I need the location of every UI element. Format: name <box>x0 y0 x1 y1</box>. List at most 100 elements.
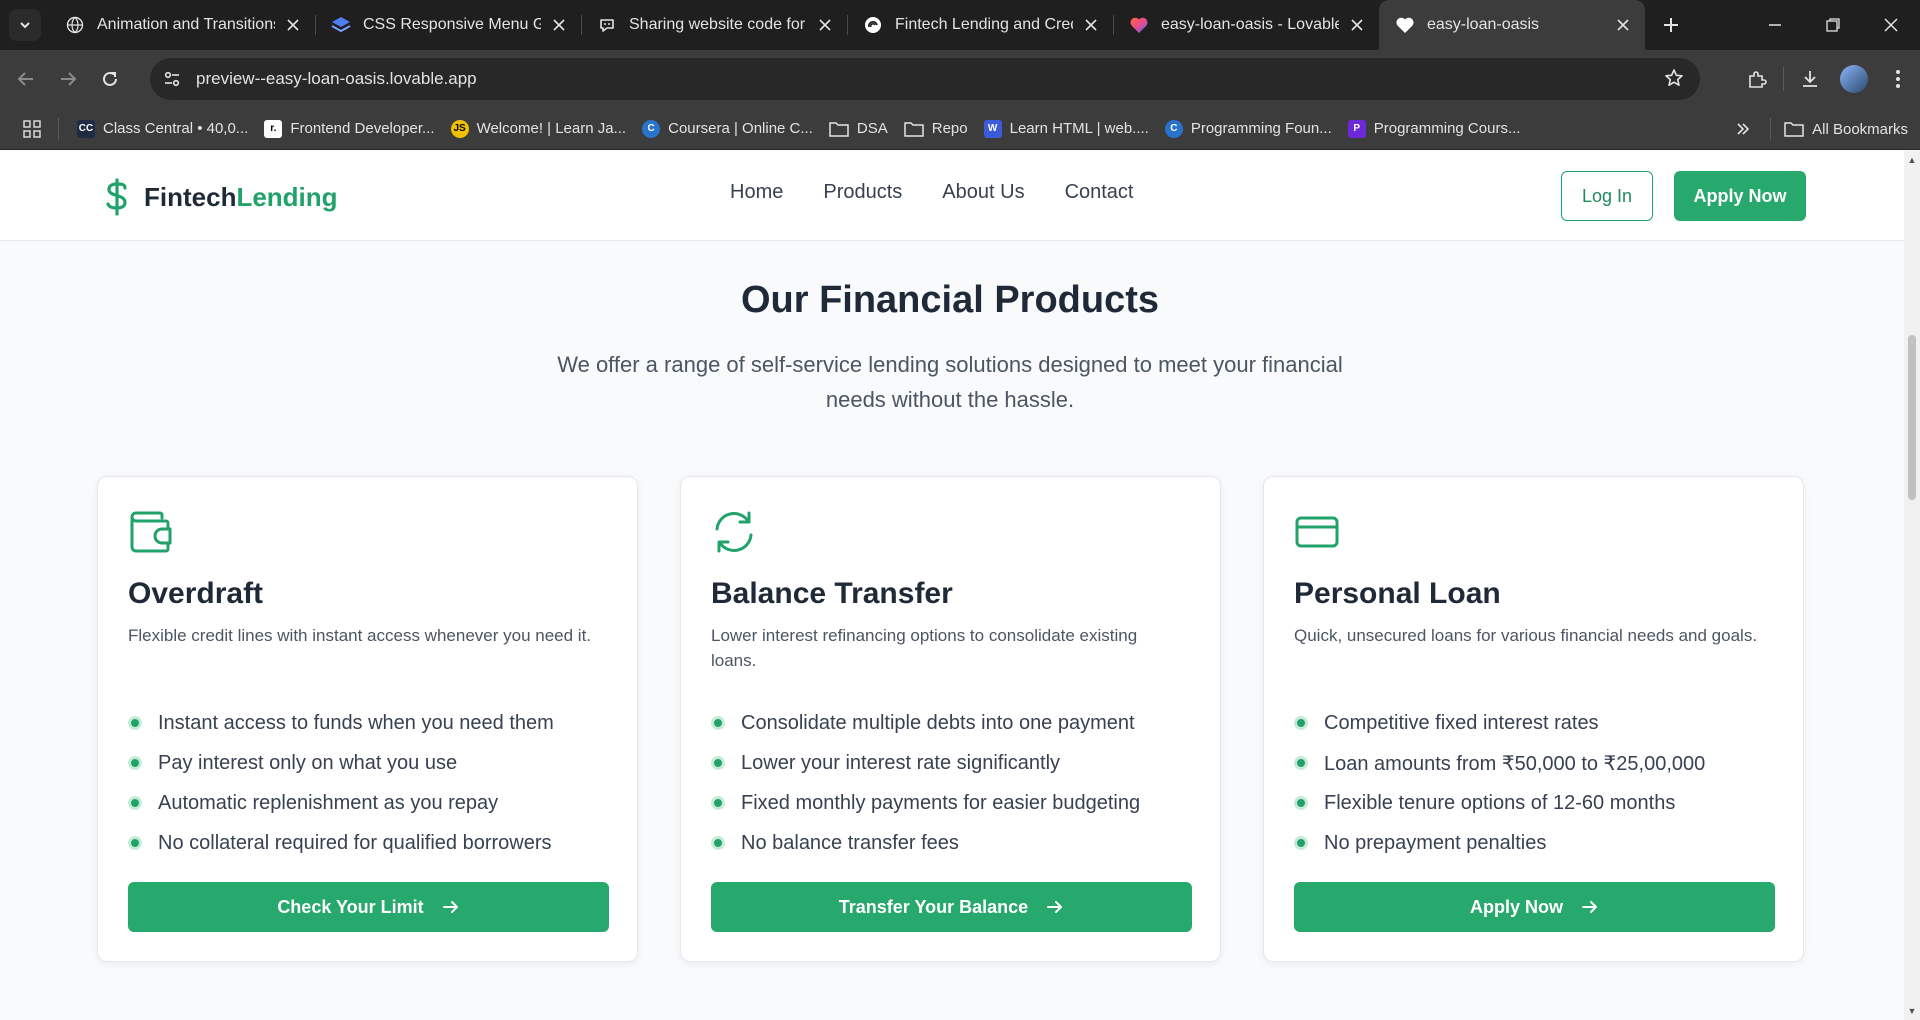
more-vertical-icon <box>1896 70 1900 88</box>
restore-button[interactable] <box>1804 0 1862 50</box>
bookmark-item[interactable]: r. Frontend Developer... <box>256 113 442 145</box>
browser-tab[interactable]: easy-loan-oasis - Lovable <box>1113 0 1379 50</box>
new-tab-button[interactable] <box>1653 7 1689 43</box>
browser-tab[interactable]: Fintech Lending and Credit <box>847 0 1113 50</box>
site-info-button[interactable] <box>156 63 188 95</box>
feature-text: No collateral required for qualified bor… <box>158 831 552 854</box>
chat-icon <box>597 15 617 35</box>
minimize-icon <box>1769 24 1781 26</box>
arrow-right-icon <box>61 72 77 86</box>
apply-now-card-button[interactable]: Apply Now <box>1294 882 1775 932</box>
bookmark-label: Welcome! | Learn Ja... <box>476 120 627 137</box>
tab-title: Fintech Lending and Credit <box>895 16 1073 33</box>
feature-item: Flexible tenure options of 12-60 months <box>1294 783 1705 823</box>
reload-button[interactable] <box>90 59 130 99</box>
feature-list: Competitive fixed interest rates Loan am… <box>1294 703 1705 863</box>
bookmark-item[interactable]: P Programming Cours... <box>1340 113 1529 145</box>
tab-search-button[interactable] <box>9 9 41 41</box>
all-bookmarks-button[interactable]: All Bookmarks <box>1770 113 1908 145</box>
forward-button[interactable] <box>48 59 88 99</box>
main-nav: Home Products About Us Contact <box>730 181 1134 204</box>
brand-main: Fintech <box>144 181 237 212</box>
nav-link-products[interactable]: Products <box>823 181 902 204</box>
product-card-balance-transfer: Balance Transfer Lower interest refinanc… <box>680 476 1221 962</box>
bookmark-item[interactable]: JS Welcome! | Learn Ja... <box>443 113 635 145</box>
bookmark-label: Programming Foun... <box>1190 120 1332 137</box>
apply-now-header-button[interactable]: Apply Now <box>1674 171 1806 221</box>
bookmark-label: DSA <box>856 120 888 137</box>
bookmark-favicon-icon: C <box>642 119 661 138</box>
bookmark-item[interactable]: W Learn HTML | web.... <box>976 113 1157 145</box>
browser-tab[interactable]: Sharing website code for a <box>581 0 847 50</box>
feature-item: Consolidate multiple debts into one paym… <box>711 703 1140 743</box>
tab-close-icon[interactable] <box>549 15 569 35</box>
nav-link-about-us[interactable]: About Us <box>942 181 1024 204</box>
nav-link-contact[interactable]: Contact <box>1065 181 1134 204</box>
transfer-your-balance-button[interactable]: Transfer Your Balance <box>711 882 1192 932</box>
tab-title: Sharing website code for a <box>629 16 807 33</box>
more-bookmarks-button[interactable] <box>1728 114 1758 144</box>
product-description: Quick, unsecured loans for various finan… <box>1294 626 1758 645</box>
feature-text: No prepayment penalties <box>1324 831 1547 854</box>
tab-close-icon[interactable] <box>283 15 303 35</box>
bookmark-item[interactable]: C Coursera | Online C... <box>634 113 821 145</box>
toolbar-actions <box>1735 50 1920 108</box>
extensions-button[interactable] <box>1735 57 1779 101</box>
tune-icon <box>164 71 180 87</box>
bookmark-label: Programming Cours... <box>1373 120 1521 137</box>
downloads-button[interactable] <box>1788 57 1832 101</box>
nav-link-home[interactable]: Home <box>730 181 783 204</box>
tab-close-icon[interactable] <box>1613 15 1633 35</box>
browser-tab[interactable]: CSS Responsive Menu Gen <box>315 0 581 50</box>
browser-tab[interactable]: easy-loan-oasis <box>1379 0 1645 50</box>
cta-label: Transfer Your Balance <box>838 896 1029 917</box>
restore-icon <box>1826 18 1840 32</box>
refresh-icon <box>711 509 757 555</box>
address-bar[interactable]: preview--easy-loan-oasis.lovable.app <box>150 58 1700 100</box>
back-button[interactable] <box>6 59 46 99</box>
dollar-icon <box>106 178 127 216</box>
tab-close-icon[interactable] <box>1081 15 1101 35</box>
scroll-down-arrow-icon[interactable]: ▼ <box>1907 1006 1917 1016</box>
bookmark-item[interactable]: C Programming Foun... <box>1157 113 1340 145</box>
profile-avatar[interactable] <box>1840 65 1868 93</box>
brand-name: FintechLending <box>144 182 338 213</box>
feature-text: Lower your interest rate significantly <box>741 751 1061 774</box>
folder-icon <box>904 120 924 138</box>
tab-close-icon[interactable] <box>815 15 835 35</box>
bookmark-item[interactable]: CC Class Central • 40,0... <box>69 113 256 145</box>
minimize-button[interactable] <box>1746 0 1804 50</box>
feature-item: Loan amounts from ₹50,000 to ₹25,00,000 <box>1294 743 1705 783</box>
feature-item: No balance transfer fees <box>711 823 1140 863</box>
check-your-limit-button[interactable]: Check Your Limit <box>128 882 609 932</box>
product-description: Flexible credit lines with instant acces… <box>128 626 592 645</box>
url-text[interactable]: preview--easy-loan-oasis.lovable.app <box>196 69 477 89</box>
tab-close-icon[interactable] <box>1347 15 1367 35</box>
browser-tab-bar: Animation and Transitions CSS Responsive … <box>0 0 1920 50</box>
close-icon <box>1884 18 1898 32</box>
arrow-right-icon <box>1581 898 1599 916</box>
bookmark-favicon-icon: JS <box>450 119 469 138</box>
page-scrollbar[interactable]: ▲ ▼ <box>1904 151 1920 1020</box>
browser-tab[interactable]: Animation and Transitions <box>49 0 315 50</box>
feature-item: No prepayment penalties <box>1294 823 1705 863</box>
close-window-button[interactable] <box>1862 0 1920 50</box>
folder-icon <box>1784 122 1804 137</box>
bookmark-star-icon[interactable] <box>1664 68 1684 93</box>
chevron-double-right-icon <box>1737 123 1750 135</box>
feature-text: Pay interest only on what you use <box>158 751 458 774</box>
chevron-down-icon <box>20 22 30 29</box>
bullet-dot-icon <box>1294 756 1308 770</box>
feature-text: Competitive fixed interest rates <box>1324 711 1599 734</box>
bookmark-item[interactable]: DSA <box>821 113 896 145</box>
scrollbar-thumb[interactable] <box>1908 335 1916 500</box>
bookmark-item[interactable]: Repo <box>896 113 976 145</box>
folder-icon <box>829 120 849 138</box>
bookmark-favicon-icon: CC <box>77 119 95 138</box>
scroll-up-arrow-icon[interactable]: ▲ <box>1907 155 1917 165</box>
tab-title: CSS Responsive Menu Gen <box>363 16 541 33</box>
apps-button[interactable] <box>12 111 52 147</box>
login-button[interactable]: Log In <box>1561 171 1653 221</box>
site-logo[interactable]: FintechLending <box>100 177 338 217</box>
menu-button[interactable] <box>1876 57 1920 101</box>
